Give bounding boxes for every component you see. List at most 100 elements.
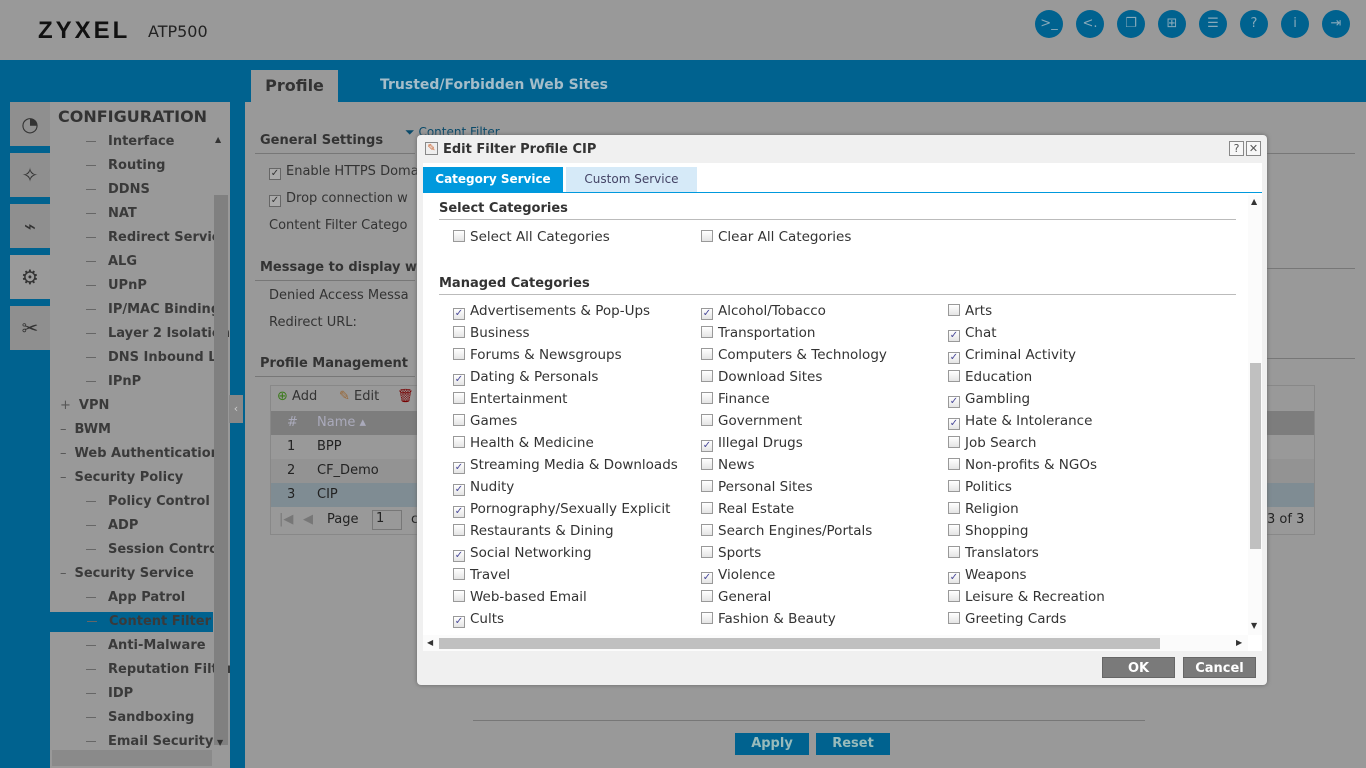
checkbox-checked[interactable]: ✓ xyxy=(453,550,465,562)
category-illegal-drugs[interactable]: ✓ Illegal Drugs xyxy=(701,435,803,452)
scroll-down-icon[interactable]: ▼ xyxy=(1251,621,1257,630)
checkbox-unchecked[interactable] xyxy=(453,348,465,360)
checkbox-checked[interactable]: ✓ xyxy=(453,374,465,386)
sidebar-scrollbar[interactable] xyxy=(214,195,228,745)
sidebar-item-redirect-service[interactable]: Redirect Service xyxy=(86,228,228,248)
category-criminal-activity[interactable]: ✓ Criminal Activity xyxy=(948,347,1076,364)
category-hate-intolerance[interactable]: ✓ Hate & Intolerance xyxy=(948,413,1092,430)
sidebar-horizontal-scrollbar[interactable] xyxy=(52,750,212,766)
category-travel[interactable]: Travel xyxy=(453,567,510,583)
checkbox-unchecked[interactable] xyxy=(701,392,713,404)
category-violence[interactable]: ✓ Violence xyxy=(701,567,775,584)
category-forums-newsgroups[interactable]: Forums & Newsgroups xyxy=(453,347,622,363)
category-restaurants-dining[interactable]: Restaurants & Dining xyxy=(453,523,614,539)
category-leisure-recreation[interactable]: Leisure & Recreation xyxy=(948,589,1105,605)
category-gambling[interactable]: ✓ Gambling xyxy=(948,391,1030,408)
ok-button[interactable]: OK xyxy=(1102,657,1175,678)
help-icon[interactable]: ? xyxy=(1240,10,1268,38)
sidebar-item-security-policy[interactable]: – Security Policy xyxy=(60,468,183,488)
checkbox-checked[interactable]: ✓ xyxy=(453,484,465,496)
category-nudity[interactable]: ✓ Nudity xyxy=(453,479,514,496)
category-non-profits-ngos[interactable]: Non-profits & NGOs xyxy=(948,457,1097,473)
expand-toggle-icon[interactable]: – xyxy=(60,422,67,437)
tab-profile[interactable]: Profile xyxy=(251,70,338,102)
vertical-scrollbar[interactable]: ▲ ▼ xyxy=(1248,195,1262,635)
expand-toggle-icon[interactable]: – xyxy=(60,446,67,461)
category-greeting-cards[interactable]: Greeting Cards xyxy=(948,611,1066,627)
drop-connection-checkbox[interactable]: ✓ Drop connection w xyxy=(269,191,408,207)
logout-icon[interactable]: ⇥ xyxy=(1322,10,1350,38)
category-advertisements-pop-ups[interactable]: ✓ Advertisements & Pop-Ups xyxy=(453,303,650,320)
checkbox-unchecked[interactable] xyxy=(701,414,713,426)
checkbox[interactable] xyxy=(453,230,465,242)
sidebar-item-idp[interactable]: IDP xyxy=(86,684,133,704)
scroll-thumb[interactable] xyxy=(439,638,1160,649)
checkbox-checked[interactable]: ✓ xyxy=(269,168,281,180)
edit-button[interactable]: ✎ Edit xyxy=(339,389,379,404)
sidebar-item-email-security[interactable]: Email Security xyxy=(86,732,213,752)
apply-button[interactable]: Apply xyxy=(735,733,809,755)
scroll-left-icon[interactable]: ◀ xyxy=(427,638,433,647)
category-search-engines-portals[interactable]: Search Engines/Portals xyxy=(701,523,872,539)
sidebar-item-security-service[interactable]: – Security Service xyxy=(60,564,194,584)
delete-icon[interactable]: 🗑 xyxy=(397,389,414,404)
dashboard-icon[interactable]: ◔ xyxy=(10,102,50,146)
clear-all-checkbox[interactable]: Clear All Categories xyxy=(701,229,851,245)
col-name[interactable]: Name ▴ xyxy=(317,415,366,430)
checkbox-unchecked[interactable] xyxy=(948,546,960,558)
sidebar-item-reputation-filter[interactable]: Reputation Filter xyxy=(86,660,230,680)
checkbox-checked[interactable]: ✓ xyxy=(948,396,960,408)
checkbox-checked[interactable]: ✓ xyxy=(948,352,960,364)
checkbox-unchecked[interactable] xyxy=(453,326,465,338)
checkbox-unchecked[interactable] xyxy=(453,414,465,426)
checkbox-unchecked[interactable] xyxy=(948,612,960,624)
checkbox-checked[interactable]: ✓ xyxy=(701,440,713,452)
category-streaming-media-downloads[interactable]: ✓ Streaming Media & Downloads xyxy=(453,457,678,474)
sidebar-item-layer-2-isolation[interactable]: Layer 2 Isolation xyxy=(86,324,230,344)
sidebar-item-alg[interactable]: ALG xyxy=(86,252,137,272)
checkbox-unchecked[interactable] xyxy=(701,546,713,558)
category-personal-sites[interactable]: Personal Sites xyxy=(701,479,813,495)
sidebar-item-dns-inbound-lb[interactable]: DNS Inbound LB xyxy=(86,348,226,368)
checkbox-unchecked[interactable] xyxy=(701,480,713,492)
category-weapons[interactable]: ✓ Weapons xyxy=(948,567,1027,584)
category-chat[interactable]: ✓ Chat xyxy=(948,325,997,342)
category-politics[interactable]: Politics xyxy=(948,479,1012,495)
category-news[interactable]: News xyxy=(701,457,754,473)
add-button[interactable]: ⊕ Add xyxy=(277,389,317,404)
close-button[interactable]: ✕ xyxy=(1246,141,1261,156)
checkbox-unchecked[interactable] xyxy=(701,612,713,624)
tab-category-service[interactable]: Category Service xyxy=(423,167,563,192)
maintenance-tools-icon[interactable]: ✂ xyxy=(10,306,50,350)
enable-https-checkbox[interactable]: ✓ Enable HTTPS Doma xyxy=(269,164,419,180)
scroll-down-icon[interactable]: ▼ xyxy=(217,738,223,747)
checkbox-unchecked[interactable] xyxy=(453,392,465,404)
sidebar-item-routing[interactable]: Routing xyxy=(86,156,165,176)
select-all-checkbox[interactable]: Select All Categories xyxy=(453,229,610,245)
category-general[interactable]: General xyxy=(701,589,771,605)
checkbox-unchecked[interactable] xyxy=(948,502,960,514)
checkbox-checked[interactable]: ✓ xyxy=(453,506,465,518)
checkbox-unchecked[interactable] xyxy=(701,370,713,382)
checkbox-checked[interactable]: ✓ xyxy=(269,195,281,207)
checkbox-unchecked[interactable] xyxy=(948,458,960,470)
category-education[interactable]: Education xyxy=(948,369,1032,385)
checkbox-checked[interactable]: ✓ xyxy=(948,330,960,342)
checkbox-unchecked[interactable] xyxy=(701,458,713,470)
horizontal-scrollbar[interactable]: ◀ ▶ xyxy=(423,635,1248,651)
cli-icon[interactable]: <. xyxy=(1076,10,1104,38)
checkbox-checked[interactable]: ✓ xyxy=(701,572,713,584)
category-religion[interactable]: Religion xyxy=(948,501,1019,517)
category-sports[interactable]: Sports xyxy=(701,545,761,561)
sidebar-item-anti-malware[interactable]: Anti-Malware xyxy=(86,636,206,656)
checkbox-unchecked[interactable] xyxy=(948,304,960,316)
configuration-gear-icon[interactable]: ⚙ xyxy=(10,255,50,299)
windows-icon[interactable]: ❐ xyxy=(1117,10,1145,38)
first-page-icon[interactable]: |◀ xyxy=(279,512,293,527)
tab-custom-service[interactable]: Custom Service xyxy=(566,167,697,192)
checkbox[interactable] xyxy=(701,230,713,242)
category-arts[interactable]: Arts xyxy=(948,303,992,319)
checkbox-unchecked[interactable] xyxy=(701,348,713,360)
category-computers-technology[interactable]: Computers & Technology xyxy=(701,347,887,363)
scroll-up-icon[interactable]: ▲ xyxy=(1251,197,1257,206)
